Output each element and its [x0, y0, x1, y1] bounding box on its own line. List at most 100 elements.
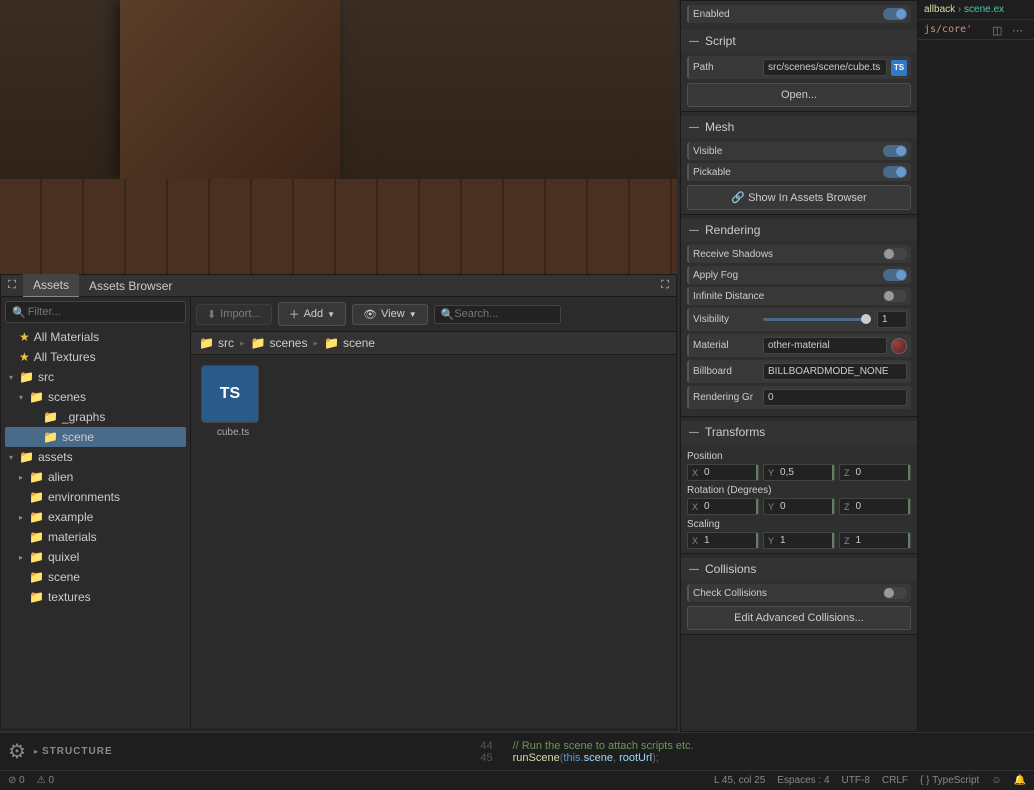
toggle-fog[interactable]: [883, 269, 907, 281]
path-input[interactable]: [763, 59, 887, 76]
toggle-infinite[interactable]: [883, 290, 907, 302]
material-input[interactable]: [763, 337, 887, 354]
toggle-pickable[interactable]: [883, 166, 907, 178]
scale-x-input[interactable]: [702, 533, 758, 548]
tree-example[interactable]: ▸📁example: [5, 507, 186, 527]
visibility-slider[interactable]: [763, 318, 871, 321]
section-mesh[interactable]: —Mesh: [681, 116, 917, 138]
crumb-scenes[interactable]: 📁scenes: [250, 336, 307, 350]
pos-z-field[interactable]: Z: [839, 464, 911, 481]
tree-materials[interactable]: 📁materials: [5, 527, 186, 547]
language-mode[interactable]: { } TypeScript: [920, 775, 979, 786]
pos-x-field[interactable]: X: [687, 464, 759, 481]
tab-assets[interactable]: Assets: [23, 274, 79, 298]
panel-expand-icon[interactable]: ⛶: [654, 275, 676, 297]
expand-icon[interactable]: ⛶: [1, 275, 23, 297]
crumb-src[interactable]: 📁src: [199, 336, 234, 350]
encoding[interactable]: UTF-8: [842, 775, 870, 786]
search-box[interactable]: 🔍: [434, 305, 562, 324]
scale-y-input[interactable]: [778, 533, 834, 548]
scale-z-input[interactable]: [854, 533, 911, 548]
view-button[interactable]: 👁View▼: [352, 304, 428, 325]
tree-scene[interactable]: 📁scene: [5, 427, 186, 447]
bell-icon[interactable]: 🔔: [1014, 775, 1026, 786]
rotation-label: Rotation (Degrees): [687, 485, 911, 496]
tree-quixel[interactable]: ▸📁quixel: [5, 547, 186, 567]
import-button[interactable]: ⬇Import...: [196, 304, 272, 325]
section-script[interactable]: —Script: [681, 30, 917, 52]
toggle-enabled[interactable]: [883, 8, 907, 20]
add-button[interactable]: ＋Add▼: [278, 302, 347, 326]
tree-assets[interactable]: ▾📁assets: [5, 447, 186, 467]
tree-all-textures[interactable]: ★All Textures: [5, 347, 186, 367]
scale-x-field[interactable]: X: [687, 532, 759, 549]
structure-label[interactable]: STRUCTURE: [42, 746, 113, 757]
section-collisions[interactable]: —Collisions: [681, 558, 917, 580]
toggle-shadows[interactable]: [883, 248, 907, 260]
asset-cube-ts[interactable]: TS cube.ts: [201, 365, 265, 438]
prop-apply-fog: Apply Fog: [687, 266, 911, 284]
gear-icon[interactable]: ⚙: [0, 739, 34, 764]
section-rendering[interactable]: —Rendering: [681, 219, 917, 241]
rot-x-input[interactable]: [702, 499, 758, 514]
warnings-count[interactable]: ⚠ 0: [37, 775, 54, 786]
code-editor[interactable]: ◫ ⋯ allback › scene.ex js/core': [918, 0, 1034, 732]
tree-scenes[interactable]: ▾📁scenes: [5, 387, 186, 407]
tab-assets-browser[interactable]: Assets Browser: [79, 275, 182, 297]
rendering-group-input[interactable]: [763, 389, 907, 406]
open-button[interactable]: Open...: [687, 83, 911, 107]
toggle-visible[interactable]: [883, 145, 907, 157]
feedback-icon[interactable]: ☺: [991, 775, 1001, 786]
code-text[interactable]: runScene(this.scene, rootUrl);: [513, 752, 659, 764]
indent-setting[interactable]: Espaces : 4: [777, 775, 829, 786]
filter-box[interactable]: 🔍: [5, 301, 186, 323]
tree-textures[interactable]: 📁textures: [5, 587, 186, 607]
assets-content: ⬇Import... ＋Add▼ 👁View▼ 🔍 📁src ▸ 📁scenes…: [191, 297, 676, 729]
crumb-scene[interactable]: 📁scene: [324, 336, 375, 350]
tree-scene2[interactable]: 📁scene: [5, 567, 186, 587]
section-transforms[interactable]: —Transforms: [681, 421, 917, 443]
pos-z-input[interactable]: [854, 465, 911, 480]
assets-panel: ⛶ Assets Assets Browser ⛶ 🔍 ★All Materia…: [0, 274, 677, 730]
code-breadcrumb[interactable]: allback › scene.ex: [918, 0, 1034, 20]
scale-y-field[interactable]: Y: [763, 532, 835, 549]
tree-alien[interactable]: ▸📁alien: [5, 467, 186, 487]
cursor-position[interactable]: L 45, col 25: [714, 775, 765, 786]
material-swatch-icon[interactable]: [891, 338, 907, 354]
more-icon[interactable]: ⋯: [1012, 24, 1026, 38]
rot-y-input[interactable]: [778, 499, 834, 514]
pos-y-input[interactable]: [778, 465, 834, 480]
scale-z-field[interactable]: Z: [839, 532, 911, 549]
tree-graphs[interactable]: 📁_graphs: [5, 407, 186, 427]
search-input[interactable]: [454, 308, 554, 320]
label: All Materials: [34, 330, 99, 344]
eol[interactable]: CRLF: [882, 775, 908, 786]
label: scene: [48, 570, 80, 584]
tree-all-materials[interactable]: ★All Materials: [5, 327, 186, 347]
viewport-3d[interactable]: [0, 0, 677, 274]
rot-z-input[interactable]: [854, 499, 911, 514]
label: scene: [62, 430, 94, 444]
rot-y-field[interactable]: Y: [763, 498, 835, 515]
line-number: 45: [473, 752, 493, 764]
visibility-input[interactable]: [877, 311, 907, 328]
show-assets-button[interactable]: 🔗 Show In Assets Browser: [687, 185, 911, 210]
prop-check-collisions: Check Collisions: [687, 584, 911, 602]
split-icon[interactable]: ◫: [992, 24, 1006, 38]
billboard-select[interactable]: [763, 363, 907, 380]
label: Infinite Distance: [693, 291, 803, 302]
pos-x-input[interactable]: [702, 465, 758, 480]
minimap[interactable]: [970, 40, 1030, 140]
tree-environments[interactable]: 📁environments: [5, 487, 186, 507]
pos-y-field[interactable]: Y: [763, 464, 835, 481]
eye-icon: 👁: [363, 308, 377, 321]
rot-z-field[interactable]: Z: [839, 498, 911, 515]
edit-collisions-button[interactable]: Edit Advanced Collisions...: [687, 606, 911, 630]
toggle-collisions[interactable]: [883, 587, 907, 599]
label: Rendering Gr: [693, 392, 763, 403]
filter-input[interactable]: [26, 304, 179, 320]
tree-src[interactable]: ▾📁src: [5, 367, 186, 387]
errors-count[interactable]: ⊘ 0: [8, 775, 25, 786]
rot-x-field[interactable]: X: [687, 498, 759, 515]
assets-grid[interactable]: TS cube.ts: [191, 355, 676, 448]
